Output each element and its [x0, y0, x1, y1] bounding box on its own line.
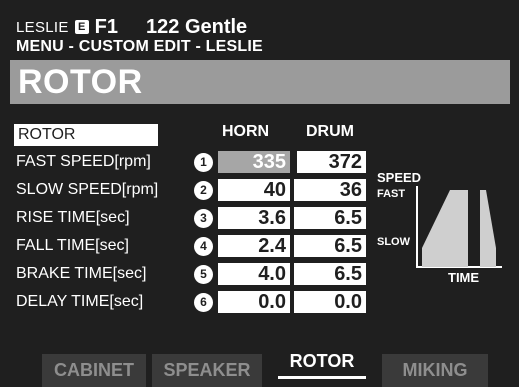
knob-3-icon: 3 — [194, 209, 213, 228]
leslie-rotor-screen: LESLIE E F1 122 Gentle MENU - CUSTOM EDI… — [0, 0, 519, 387]
drum-fast-speed-value[interactable]: 372 — [294, 151, 366, 173]
horn-fall-time-value[interactable]: 2.4 — [218, 235, 290, 257]
tab-rotor[interactable]: ROTOR — [270, 346, 374, 382]
title-bar: ROTOR — [10, 60, 510, 104]
leslie-label: LESLIE — [16, 18, 69, 36]
menu-path: MENU - CUSTOM EDIT - LESLIE — [16, 38, 263, 55]
horn-slow-speed-value[interactable]: 40 — [218, 179, 290, 201]
graph-fall-curve — [480, 190, 496, 267]
patch-name: 122 Gentle — [146, 15, 248, 38]
column-header-horn: HORN — [222, 123, 270, 140]
status-line: LESLIE E F1 122 Gentle — [16, 16, 247, 38]
graph-rise-curve — [422, 190, 468, 267]
patch-id: F1 — [94, 15, 119, 38]
page-title: ROTOR — [18, 63, 143, 101]
row-label-brake-time: BRAKE TIME[sec] — [16, 265, 147, 282]
graph-fast-label: FAST — [377, 188, 406, 200]
selected-parameter-box[interactable]: ROTOR — [14, 124, 158, 146]
horn-rise-time-value[interactable]: 3.6 — [218, 207, 290, 229]
row-label-fall-time: FALL TIME[sec] — [16, 237, 129, 254]
horn-delay-time-value[interactable]: 0.0 — [218, 291, 290, 313]
tab-cabinet[interactable]: CABINET — [42, 354, 146, 387]
horn-fast-speed-value[interactable]: 335 — [218, 151, 290, 173]
row-label-delay-time: DELAY TIME[sec] — [16, 293, 144, 310]
column-header-drum: DRUM — [306, 123, 354, 140]
graph-slow-label: SLOW — [377, 236, 410, 248]
knob-4-icon: 4 — [194, 237, 213, 256]
graph-speed-label: SPEED — [377, 170, 422, 185]
row-label-fast-speed: FAST SPEED[rpm] — [16, 153, 151, 170]
knob-1-icon: 1 — [194, 153, 213, 172]
knob-2-icon: 2 — [194, 181, 213, 200]
tab-miking[interactable]: MIKING — [382, 354, 488, 387]
graph-time-label: TIME — [448, 270, 480, 285]
horn-brake-time-value[interactable]: 4.0 — [218, 263, 290, 285]
e-badge-icon: E — [74, 20, 89, 34]
row-label-slow-speed: SLOW SPEED[rpm] — [16, 181, 159, 198]
knob-6-icon: 6 — [194, 293, 213, 312]
row-label-rise-time: RISE TIME[sec] — [16, 209, 130, 226]
drum-slow-speed-value[interactable]: 36 — [294, 179, 366, 201]
tab-bar: CABINET SPEAKER ROTOR MIKING — [0, 346, 519, 387]
speed-time-graph — [416, 186, 502, 268]
drum-rise-time-value[interactable]: 6.5 — [294, 207, 366, 229]
selected-parameter-label: ROTOR — [18, 126, 76, 143]
drum-fall-time-value[interactable]: 6.5 — [294, 235, 366, 257]
drum-brake-time-value[interactable]: 6.5 — [294, 263, 366, 285]
tab-speaker[interactable]: SPEAKER — [152, 354, 262, 387]
knob-5-icon: 5 — [194, 265, 213, 284]
drum-delay-time-value[interactable]: 0.0 — [294, 291, 366, 313]
